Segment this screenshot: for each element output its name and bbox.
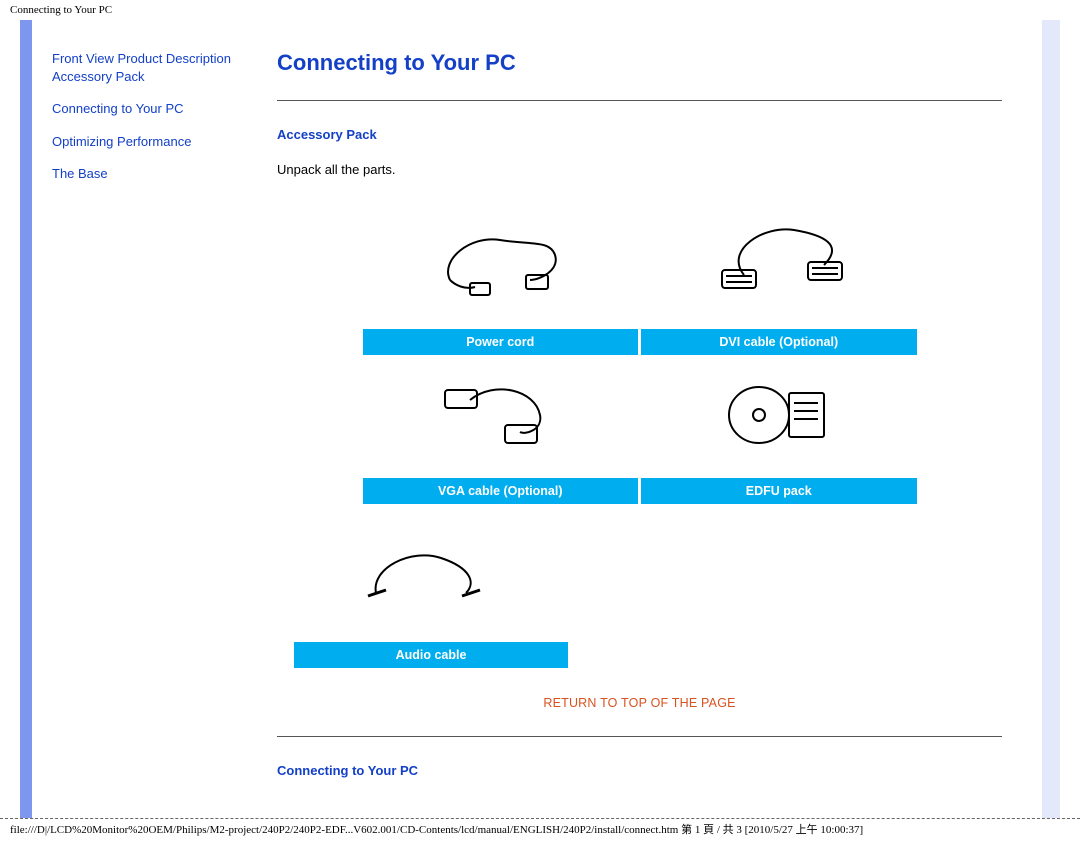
right-accent-bar <box>1042 20 1060 818</box>
window-title: Connecting to Your PC <box>10 4 112 16</box>
return-to-top: RETURN TO TOP OF THE PAGE <box>277 695 1002 710</box>
left-accent-bar <box>20 20 32 818</box>
sidebar-item-base[interactable]: The Base <box>52 166 108 181</box>
sidebar-item-front-view[interactable]: Front View Product Description <box>52 51 231 66</box>
return-to-top-link[interactable]: RETURN TO TOP OF THE PAGE <box>543 696 735 710</box>
sidebar-item-accessory-pack[interactable]: Accessory Pack <box>52 69 144 84</box>
divider-2 <box>277 736 1002 737</box>
audio-cable-label: Audio cable <box>293 641 570 670</box>
sidebar-nav: Front View Product Description Accessory… <box>32 20 247 818</box>
dvi-cable-label: DVI cable (Optional) <box>640 327 919 356</box>
vga-cable-icon <box>425 370 575 460</box>
vga-cable-image <box>361 356 640 476</box>
page-body: Front View Product Description Accessory… <box>20 20 1060 818</box>
vga-cable-label: VGA cable (Optional) <box>361 476 640 505</box>
section-heading-connecting: Connecting to Your PC <box>277 763 1002 778</box>
section-heading-accessory-pack: Accessory Pack <box>277 127 1002 142</box>
power-cord-image <box>361 207 640 327</box>
audio-cable-image <box>293 521 570 641</box>
dvi-cable-icon <box>704 220 854 310</box>
accessory-table: Power cord DVI cable (Optional) <box>360 207 920 507</box>
power-cord-label: Power cord <box>361 327 640 356</box>
footer-file-path: file:///D|/LCD%20Monitor%20OEM/Philips/M… <box>0 818 1080 843</box>
edfu-pack-label: EDFU pack <box>640 476 919 505</box>
unpack-text: Unpack all the parts. <box>277 162 1002 177</box>
page-title: Connecting to Your PC <box>277 50 1002 76</box>
accessory-table-row3: Audio cable <box>291 521 571 672</box>
power-cord-icon <box>430 225 570 305</box>
edfu-pack-icon <box>714 375 844 455</box>
divider <box>277 100 1002 101</box>
window-title-bar: Connecting to Your PC <box>0 0 1080 20</box>
sidebar-item-optimizing[interactable]: Optimizing Performance <box>52 134 191 149</box>
edfu-pack-image <box>640 356 919 476</box>
main-content: Connecting to Your PC Accessory Pack Unp… <box>247 20 1042 818</box>
dvi-cable-image <box>640 207 919 327</box>
sidebar-item-connecting[interactable]: Connecting to Your PC <box>52 101 184 116</box>
audio-cable-icon <box>356 538 506 618</box>
